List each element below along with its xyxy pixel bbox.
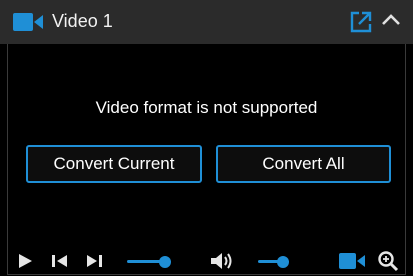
progress-slider-track[interactable] xyxy=(127,260,163,263)
progress-slider-handle[interactable] xyxy=(159,256,171,268)
popout-icon[interactable] xyxy=(349,10,373,34)
camera-icon[interactable] xyxy=(339,252,365,270)
skip-next-icon[interactable] xyxy=(85,253,103,269)
zoom-icon[interactable] xyxy=(376,249,400,273)
volume-icon[interactable] xyxy=(210,251,236,271)
chevron-up-icon[interactable] xyxy=(380,11,402,29)
skip-previous-icon[interactable] xyxy=(51,253,69,269)
convert-all-button[interactable]: Convert All xyxy=(216,145,391,183)
volume-slider-handle[interactable] xyxy=(277,256,289,268)
video-camera-icon xyxy=(13,13,43,31)
panel-title: Video 1 xyxy=(52,11,113,31)
convert-current-button[interactable]: Convert Current xyxy=(26,145,202,183)
unsupported-format-message: Video format is not supported xyxy=(95,98,318,117)
play-icon[interactable] xyxy=(17,253,33,269)
video-panel-header: Video 1 xyxy=(0,0,413,44)
